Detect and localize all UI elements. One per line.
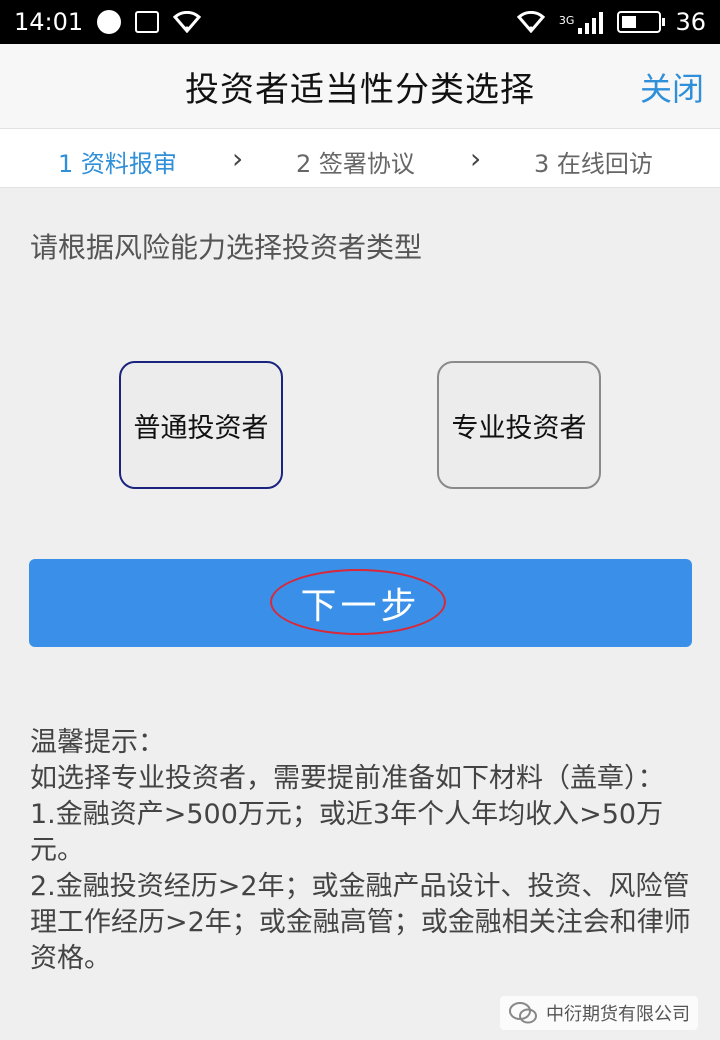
network-type: 3G: [558, 14, 575, 27]
tips-title: 温馨提示：: [30, 727, 165, 758]
watermark-text: 中衍期货有限公司: [546, 1004, 690, 1025]
chevron-right-icon: ›: [470, 142, 482, 175]
status-bar-left: 14:01: [14, 8, 202, 36]
step-2: 2 签署协议: [296, 150, 415, 178]
step-3: 3 在线回访: [534, 150, 653, 178]
watermark: 中衍期货有限公司: [500, 996, 698, 1030]
next-step-button[interactable]: 下一步: [29, 559, 692, 647]
professional-investor-option[interactable]: 专业投资者: [437, 361, 601, 489]
status-bar-right: 3G 36: [516, 8, 706, 36]
step-indicator: 1 资料报审 › 2 签署协议 › 3 在线回访: [0, 128, 720, 188]
cell-signal-icon: [578, 10, 604, 34]
page-title: 投资者适当性分类选择: [185, 69, 535, 110]
ordinary-investor-option[interactable]: 普通投资者: [119, 361, 283, 489]
sync-icon: [97, 10, 122, 34]
close-button[interactable]: 关闭: [640, 64, 704, 110]
tips-line: 1.金融资产>500万元；或近3年个人年均收入>50万元。: [30, 799, 664, 866]
status-bar: 14:01 3G 36: [0, 0, 720, 44]
tips-section: 温馨提示： 如选择专业投资者，需要提前准备如下材料（盖章）： 1.金融资产>50…: [30, 725, 700, 977]
title-bar: 投资者适当性分类选择 关闭: [0, 44, 720, 128]
image-icon: [135, 11, 160, 33]
wifi-icon: [173, 11, 202, 33]
selection-prompt: 请根据风险能力选择投资者类型: [30, 231, 423, 264]
battery-level: 36: [675, 8, 706, 36]
step-1: 1 资料报审: [58, 150, 177, 178]
status-time: 14:01: [14, 8, 84, 36]
wechat-icon: [509, 1002, 537, 1024]
chevron-right-icon: ›: [232, 142, 244, 175]
next-step-label: 下一步: [300, 585, 421, 626]
tips-line: 如选择专业投资者，需要提前准备如下材料（盖章）：: [30, 763, 665, 794]
wifi-signal-icon: [516, 11, 545, 33]
battery-icon: [617, 11, 666, 33]
tips-line: 2.金融投资经历>2年；或金融产品设计、投资、风险管理工作经历>2年；或金融高管…: [30, 871, 691, 974]
